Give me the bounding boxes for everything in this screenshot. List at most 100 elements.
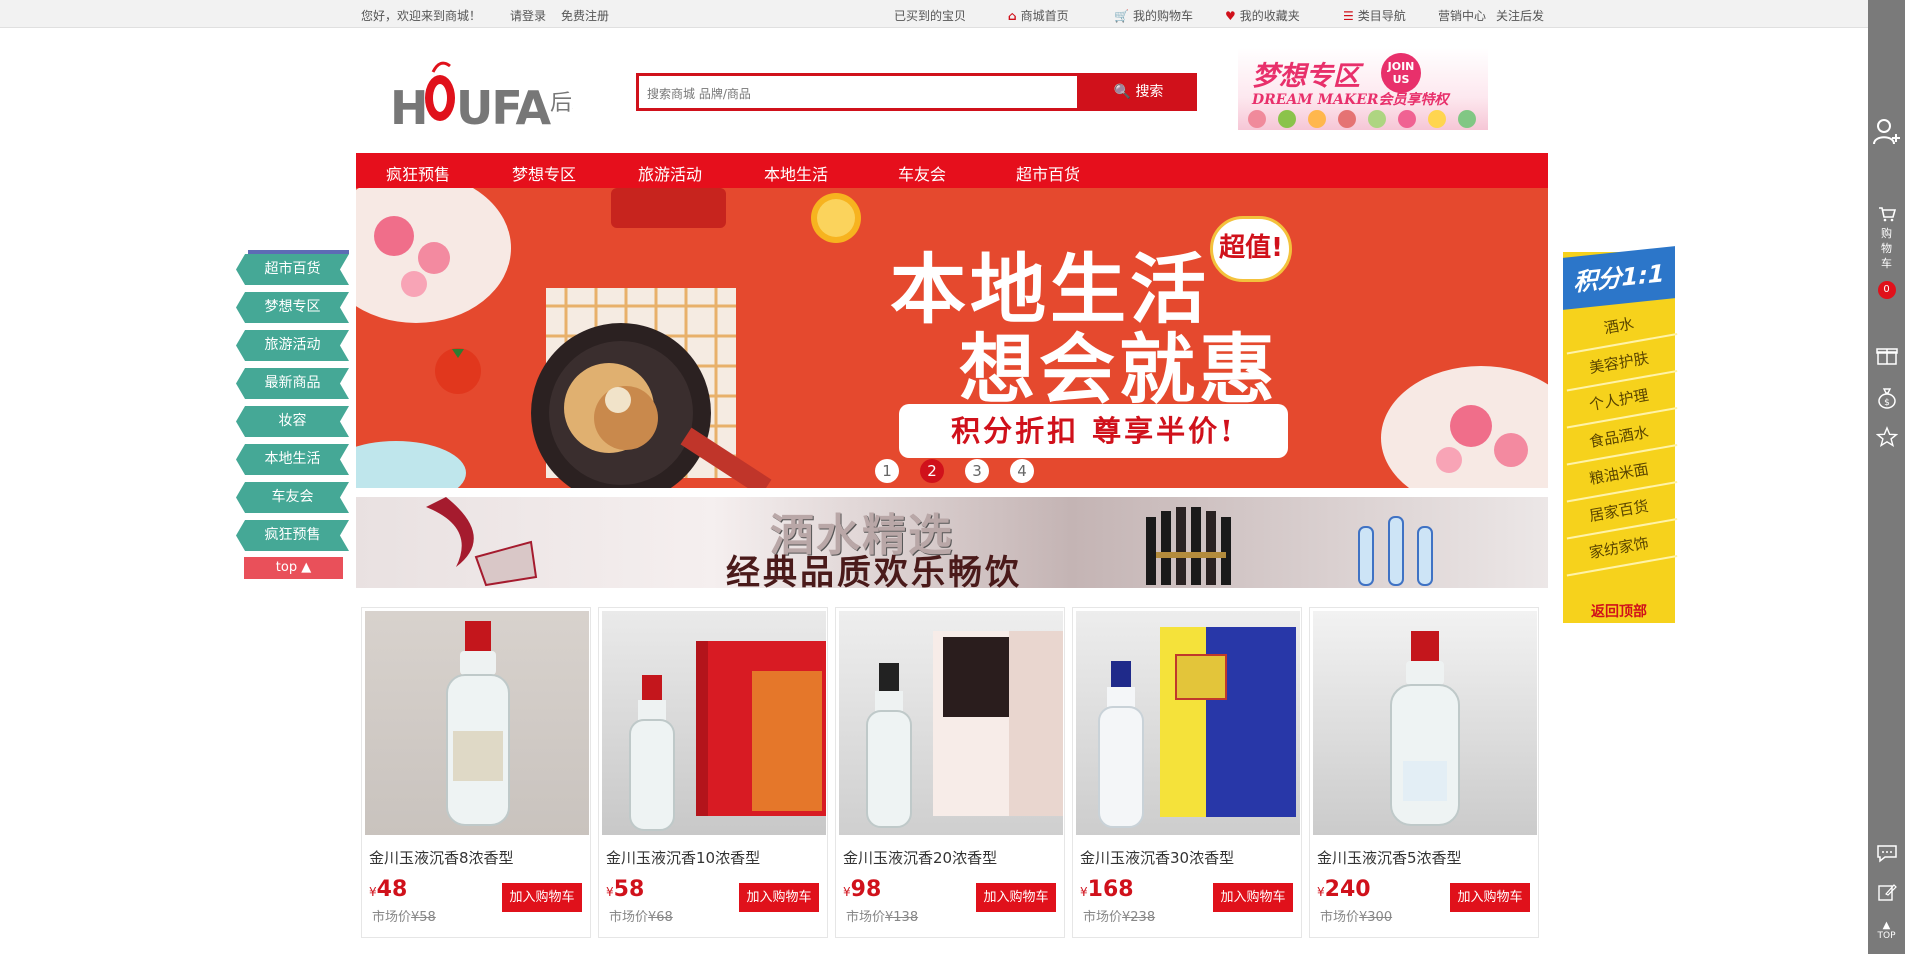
floor-nav-travel[interactable]: 旅游活动: [236, 330, 349, 361]
market-price: 市场价¥58: [372, 906, 436, 925]
product-price: ¥168: [1080, 877, 1134, 902]
market-price-value: ¥68: [648, 910, 673, 925]
floor-nav-presale[interactable]: 疯狂预售: [236, 520, 349, 551]
home-link[interactable]: ⌂ 商城首页: [1008, 7, 1069, 24]
cart-link[interactable]: 🛒 我的购物车: [1114, 7, 1193, 24]
purchased-link[interactable]: 已买到的宝贝: [894, 7, 966, 24]
add-to-cart-button[interactable]: 加入购物车: [502, 883, 582, 912]
top-label: TOP: [1877, 931, 1896, 941]
currency-symbol: ¥: [1080, 885, 1088, 899]
follow-link[interactable]: 关注后发: [1496, 7, 1544, 24]
favorites-link-label: 我的收藏夹: [1239, 9, 1300, 23]
carousel-dot-1[interactable]: 1: [875, 459, 899, 483]
hero-banner[interactable]: 本地生活 超值! 想会就惠 积分折扣 尊享半价! 1 2 3 4: [356, 188, 1548, 488]
floor-nav-new[interactable]: 最新商品: [236, 368, 349, 399]
price-value: 48: [376, 877, 408, 902]
product-price: ¥48: [369, 877, 407, 902]
welcome-text: 您好，欢迎来到商城！: [361, 9, 482, 23]
product-name[interactable]: 金川玉液沉香30浓香型: [1080, 847, 1234, 868]
cart-icon: 🛒: [1114, 9, 1129, 23]
join-badge-top: JOIN: [1387, 60, 1415, 73]
market-price-value: ¥238: [1122, 910, 1156, 925]
nav-item-supermarket[interactable]: 超市百货: [1016, 161, 1080, 185]
currency-symbol: ¥: [606, 885, 614, 899]
product-price: ¥58: [606, 877, 644, 902]
banner-promo-pill: 积分折扣 尊享半价!: [899, 404, 1288, 458]
market-price-value: ¥58: [411, 910, 436, 925]
product-price: ¥240: [1317, 877, 1371, 902]
product-name[interactable]: 金川玉液沉香10浓香型: [606, 847, 760, 868]
marketing-link[interactable]: 营销中心: [1438, 7, 1486, 24]
cart-count-badge: 0: [1877, 281, 1896, 299]
banner-bubble: 超值!: [1210, 216, 1292, 282]
dream-maker-ad[interactable]: 梦想专区 JOIN US DREAM MAKER会员享特权: [1238, 48, 1488, 130]
product-image[interactable]: [365, 611, 589, 835]
price-value: 240: [1324, 877, 1371, 902]
price-value: 168: [1087, 877, 1134, 902]
chat-icon[interactable]: [1868, 843, 1905, 867]
carousel-dot-4[interactable]: 4: [1010, 459, 1034, 483]
liquor-banner[interactable]: 酒水精选 经典品质欢乐畅饮: [356, 497, 1548, 588]
right-toolbar: 购物车 0 $ ▲ TOP: [1868, 0, 1905, 954]
cart-link-label: 我的购物车: [1132, 9, 1193, 23]
search-button[interactable]: 🔍 搜索: [1080, 73, 1197, 111]
carousel-dot-3[interactable]: 3: [965, 459, 989, 483]
market-price-value: ¥138: [885, 910, 919, 925]
nav-item-presale[interactable]: 疯狂预售: [386, 161, 450, 185]
gift-icon[interactable]: [1868, 344, 1905, 370]
price-value: 58: [613, 877, 645, 902]
left-top-button[interactable]: top ▲: [244, 557, 343, 579]
product-name[interactable]: 金川玉液沉香20浓香型: [843, 847, 997, 868]
back-to-top-button[interactable]: ▲ TOP: [1868, 920, 1905, 941]
sidebar-cart[interactable]: 购物车 0: [1868, 206, 1905, 299]
nav-item-local-life[interactable]: 本地生活: [764, 161, 828, 185]
edit-icon[interactable]: [1868, 882, 1905, 906]
add-to-cart-button[interactable]: 加入购物车: [976, 883, 1056, 912]
carousel-dot-2[interactable]: 2: [920, 459, 944, 483]
add-to-cart-button[interactable]: 加入购物车: [1213, 883, 1293, 912]
product-card: 金川玉液沉香8浓香型 ¥48 市场价¥58 加入购物车: [361, 607, 591, 938]
money-bag-icon[interactable]: $: [1868, 386, 1905, 414]
join-us-badge: JOIN US: [1381, 53, 1421, 93]
product-name[interactable]: 金川玉液沉香5浓香型: [1317, 847, 1462, 868]
svg-text:UFA: UFA: [456, 81, 551, 132]
product-image[interactable]: [1313, 611, 1537, 835]
nav-item-travel[interactable]: 旅游活动: [638, 161, 702, 185]
sidebar-cart-label: 购物车: [1881, 227, 1892, 270]
product-image[interactable]: [839, 611, 1063, 835]
floor-nav-supermarket[interactable]: 超市百货: [236, 254, 349, 285]
currency-symbol: ¥: [1317, 885, 1325, 899]
points-panel: 积分1:1 酒水 美容护肤 个人护理 食品酒水 粮油米面 居家百货 家纺家饰 返…: [1560, 246, 1678, 623]
floor-nav-car-club[interactable]: 车友会: [236, 482, 349, 513]
categories-link[interactable]: ☰ 类目导航: [1343, 7, 1406, 24]
market-price-label: 市场价: [1320, 910, 1360, 925]
search-input[interactable]: 搜索商城 品牌/商品: [636, 73, 1080, 111]
add-to-cart-button[interactable]: 加入购物车: [1450, 883, 1530, 912]
login-link[interactable]: 请登录: [510, 7, 546, 24]
search-button-label: 搜索: [1135, 84, 1164, 100]
product-price: ¥98: [843, 877, 881, 902]
nav-item-car-club[interactable]: 车友会: [898, 161, 946, 185]
fruit-decoration: [1398, 110, 1416, 128]
home-icon: ⌂: [1008, 9, 1017, 23]
register-link[interactable]: 免费注册: [561, 7, 609, 24]
star-icon[interactable]: [1868, 426, 1905, 452]
floor-nav-dream[interactable]: 梦想专区: [236, 292, 349, 323]
site-logo[interactable]: H UFA 后发: [388, 52, 594, 135]
floor-nav-local-life[interactable]: 本地生活: [236, 444, 349, 475]
favorites-link[interactable]: ♥ 我的收藏夹: [1225, 7, 1300, 24]
product-image[interactable]: [602, 611, 826, 835]
currency-symbol: ¥: [369, 885, 377, 899]
heart-icon: ♥: [1225, 9, 1236, 23]
product-name[interactable]: 金川玉液沉香8浓香型: [369, 847, 514, 868]
price-value: 98: [850, 877, 882, 902]
cart-icon: [1868, 206, 1905, 226]
floor-nav-makeup[interactable]: 妆容: [236, 406, 349, 437]
product-image[interactable]: [1076, 611, 1300, 835]
add-to-cart-button[interactable]: 加入购物车: [739, 883, 819, 912]
user-add-icon[interactable]: [1868, 116, 1905, 152]
nav-item-dream[interactable]: 梦想专区: [512, 161, 576, 185]
fruit-decoration: [1458, 110, 1476, 128]
points-back-to-top[interactable]: 返回顶部: [1563, 602, 1675, 623]
dream-ad-title: 梦想专区: [1252, 61, 1360, 92]
